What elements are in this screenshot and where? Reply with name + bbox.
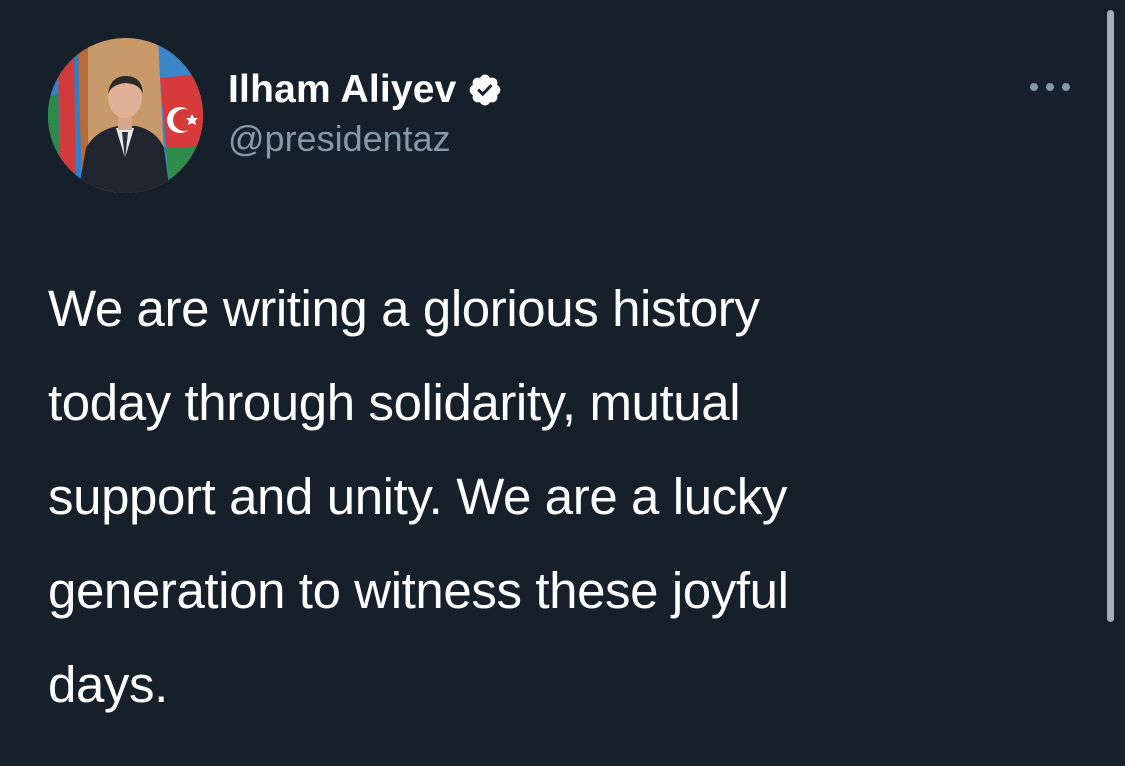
author-name-row: Ilham Aliyev: [228, 64, 503, 116]
avatar-photo: [48, 38, 203, 193]
tweet-text: We are writing a glorious history today …: [48, 280, 789, 713]
author-handle[interactable]: @presidentaz: [228, 118, 451, 160]
more-horizontal-icon: [1030, 83, 1070, 91]
tweet-card: Ilham Aliyev @presidentaz We are writing…: [0, 0, 1125, 766]
verified-badge-icon: [467, 72, 503, 108]
author-display-name[interactable]: Ilham Aliyev: [228, 68, 457, 112]
more-options-button[interactable]: [1024, 72, 1076, 102]
scrollbar[interactable]: [1107, 10, 1114, 622]
avatar[interactable]: [48, 38, 203, 193]
